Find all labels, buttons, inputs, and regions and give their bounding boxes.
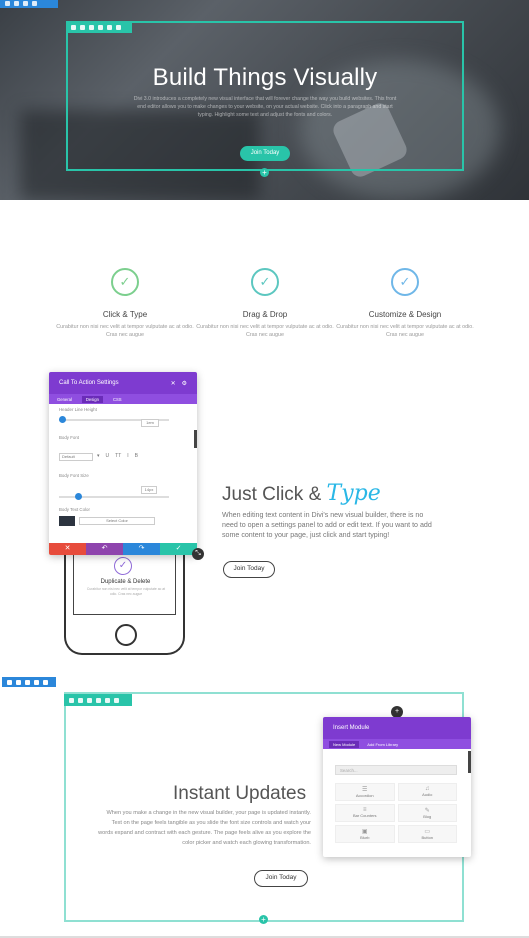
header-line-height-value[interactable]: 1em: [141, 419, 159, 427]
body-font-label: Body Font: [59, 435, 80, 440]
click-type-title-text: Just Click &: [222, 484, 322, 505]
row-toolbar[interactable]: [2, 677, 56, 687]
click-type-join-button[interactable]: Join Today: [223, 561, 275, 578]
check-icon: ✓: [111, 268, 139, 296]
gear-icon[interactable]: ⚙: [182, 380, 187, 387]
italic-icon[interactable]: I: [127, 453, 128, 459]
feature-customize-design: ✓ Customize & Design Curabitur non nisi …: [335, 268, 475, 339]
header-line-height-label: Header Line Height: [59, 407, 97, 412]
feature-title: Click & Type: [102, 310, 148, 319]
blurb-icon: ▣: [361, 829, 368, 835]
blog-icon: ✎: [424, 808, 430, 814]
module-label: Accordion: [355, 793, 374, 798]
hero-module-toolbar[interactable]: [66, 21, 132, 33]
module-label: Blurb: [360, 835, 370, 840]
feature-click-type: ✓ Click & Type Curabitur non nisi nec ve…: [55, 268, 195, 339]
settings-header: Call To Action Settings ✕ ⚙: [49, 372, 197, 394]
redo-icon[interactable]: ↷: [123, 543, 160, 555]
bold-icon[interactable]: B: [135, 453, 138, 459]
scrollbar[interactable]: [194, 430, 197, 448]
close-icon[interactable]: ✕: [171, 380, 176, 387]
feature-text: Curabitur non nisi nec velit at tempor v…: [56, 324, 194, 338]
settings-title: Call To Action Settings: [59, 380, 119, 386]
module-accordion[interactable]: ☰ Accordion: [335, 783, 395, 801]
module-label: Blog: [423, 814, 432, 819]
instant-updates-join-button[interactable]: Join Today: [254, 870, 308, 887]
tab-new-module[interactable]: New Module: [329, 740, 360, 748]
hero-section: Build Things Visually Divi 3.0 introduce…: [0, 0, 529, 200]
phone-mockup: ✓ Duplicate & Delete Curabitur non nisi …: [64, 545, 185, 655]
tab-design[interactable]: Design: [81, 395, 103, 403]
resize-handle-icon[interactable]: ⤡: [192, 548, 204, 560]
button-icon: ▭: [424, 829, 431, 835]
module-search-input[interactable]: Search...: [335, 765, 457, 775]
accordion-icon: ☰: [362, 787, 368, 793]
feature-title: Drag & Drop: [242, 310, 288, 319]
add-module-icon[interactable]: +: [259, 915, 268, 924]
body-text-color-label: Body Text Color: [59, 507, 90, 512]
close-icon[interactable]: ✕: [49, 543, 86, 555]
module-toolbar[interactable]: [64, 694, 132, 706]
slider-knob[interactable]: [59, 416, 66, 423]
page: Build Things Visually Divi 3.0 introduce…: [0, 0, 529, 938]
settings-footer: ✕ ↶ ↷ ✓: [49, 543, 197, 555]
module-label: Button: [421, 835, 434, 840]
duplicate-title: Duplicate & Delete: [100, 579, 151, 585]
module-grid: ☰ Accordion ♫ Audio ≡ Bar Counters ✎ Blog ▣ B…: [335, 783, 457, 843]
hero-title: Build Things Visually: [152, 64, 378, 91]
color-swatch[interactable]: [59, 516, 75, 526]
module-audio[interactable]: ♫ Audio: [397, 783, 457, 801]
settings-tabs: General Design CSS: [49, 394, 197, 404]
add-module-icon[interactable]: +: [260, 168, 269, 177]
uppercase-icon[interactable]: TT: [115, 453, 121, 459]
body-font-select[interactable]: Default: [59, 453, 93, 461]
tab-css[interactable]: CSS: [113, 397, 122, 402]
select-color-button[interactable]: Select Color: [79, 517, 155, 525]
module-label: Bar Counters: [352, 813, 377, 818]
phone-screen: ✓ Duplicate & Delete Curabitur non nisi …: [73, 545, 176, 615]
check-icon: ✓: [114, 557, 132, 575]
settings-panel[interactable]: Call To Action Settings ✕ ⚙ General Desi…: [49, 372, 197, 555]
hero-join-button[interactable]: Join Today: [240, 146, 290, 161]
instant-updates-title: Instant Updates: [173, 783, 307, 804]
underline-icon[interactable]: U: [106, 453, 110, 459]
undo-icon[interactable]: ↶: [86, 543, 123, 555]
module-button[interactable]: ▭ Button: [397, 825, 457, 843]
feature-text: Curabitur non nisi nec velit at tempor v…: [196, 324, 334, 338]
scrollbar[interactable]: [468, 751, 471, 773]
insert-module-panel[interactable]: Insert Module New Module Add From Librar…: [323, 717, 471, 857]
home-button-icon: [115, 624, 137, 646]
module-blurb[interactable]: ▣ Blurb: [335, 825, 395, 843]
module-blog[interactable]: ✎ Blog: [397, 804, 457, 822]
tab-general[interactable]: General: [57, 397, 72, 402]
slider-knob[interactable]: [75, 493, 82, 500]
hero-text: Divi 3.0 introduces a completely new vis…: [133, 96, 397, 118]
chevron-down-icon[interactable]: ▾: [97, 453, 100, 459]
section-toolbar[interactable]: [0, 0, 58, 8]
check-icon: ✓: [391, 268, 419, 296]
instant-updates-text: When you make a change in the new visual…: [98, 810, 311, 846]
font-style-buttons: ▾ U TT I B: [97, 453, 138, 459]
duplicate-text: Curabitur non nisi nec velit at tempor v…: [86, 587, 166, 596]
click-type-script: Type: [326, 481, 381, 506]
insert-module-tabs: New Module Add From Library: [323, 739, 471, 749]
feature-drag-drop: ✓ Drag & Drop Curabitur non nisi nec vel…: [195, 268, 335, 339]
module-bar-counters[interactable]: ≡ Bar Counters: [335, 804, 395, 822]
check-icon: ✓: [251, 268, 279, 296]
module-label: Audio: [422, 792, 433, 797]
insert-module-title: Insert Module: [323, 717, 471, 739]
tab-add-from-library[interactable]: Add From Library: [367, 742, 398, 747]
click-type-title: Just Click & Type: [222, 481, 381, 506]
body-font-size-slider[interactable]: [59, 493, 169, 500]
feature-title: Customize & Design: [368, 310, 442, 319]
click-type-text: When editing text content in Divi's new …: [222, 511, 432, 539]
body-font-size-label: Body Font Size: [59, 473, 89, 478]
feature-text: Curabitur non nisi nec velit at tempor v…: [336, 324, 474, 338]
body-font-size-value[interactable]: 14px: [141, 486, 157, 494]
